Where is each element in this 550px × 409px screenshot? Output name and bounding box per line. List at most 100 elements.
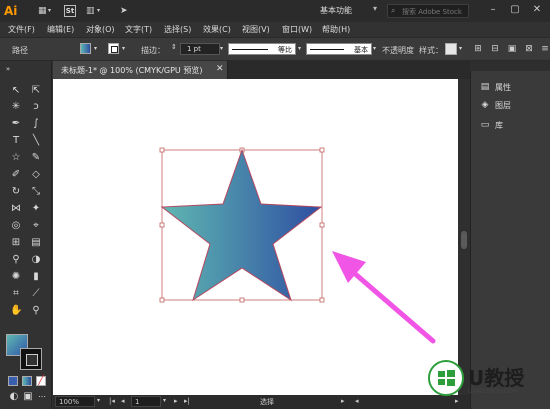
- selection-tool-icon[interactable]: ↖: [10, 85, 22, 97]
- menu-view[interactable]: 视图(V): [242, 24, 270, 35]
- eraser-tool-icon[interactable]: ◇: [30, 169, 42, 181]
- transform-icon[interactable]: ⊟: [490, 44, 500, 54]
- close-icon[interactable]: ✕: [216, 64, 224, 74]
- magic-wand-icon[interactable]: ✳: [10, 101, 22, 113]
- scrollbar-thumb[interactable]: [461, 231, 467, 249]
- menu-file[interactable]: 文件(F): [8, 24, 35, 35]
- screen-mode-icon[interactable]: ▣: [22, 391, 34, 403]
- previous-artboard-icon[interactable]: ◂: [121, 397, 125, 405]
- puppet-warp-icon[interactable]: ✦: [30, 203, 42, 215]
- stepper-icon[interactable]: ⇕: [171, 43, 177, 51]
- slice-tool-icon[interactable]: ⟋: [30, 288, 42, 300]
- chevron-down-icon[interactable]: ▾: [163, 397, 166, 404]
- next-artboard-icon[interactable]: ▸: [174, 397, 178, 405]
- menu-edit[interactable]: 编辑(E): [47, 24, 74, 35]
- eyedropper-icon[interactable]: ⚲: [10, 254, 22, 266]
- menu-object[interactable]: 对象(O): [86, 24, 115, 35]
- artboard[interactable]: [53, 79, 458, 395]
- menu-effect[interactable]: 效果(C): [203, 24, 231, 35]
- column-graph-icon[interactable]: ▮: [30, 271, 42, 283]
- rotate-tool-icon[interactable]: ↻: [10, 186, 22, 198]
- artboard-tool-icon[interactable]: ⌗: [10, 288, 22, 300]
- chevron-down-icon[interactable]: ▾: [122, 45, 125, 52]
- brush-definition[interactable]: 基本: [306, 43, 372, 55]
- lasso-tool-icon[interactable]: ↄ: [30, 101, 42, 113]
- handle-bottom-center[interactable]: [239, 297, 245, 303]
- chevron-down-icon[interactable]: ▾: [48, 5, 51, 17]
- menu-help[interactable]: 帮助(H): [322, 24, 350, 35]
- blend-tool-icon[interactable]: ◑: [30, 254, 42, 266]
- distribute-icon[interactable]: ⊠: [524, 44, 534, 54]
- chevron-down-icon[interactable]: ▾: [298, 45, 301, 52]
- document-tab[interactable]: 未标题-1* @ 100% (CMYK/GPU 预览) ✕: [53, 61, 228, 79]
- gradient-mode-icon[interactable]: [22, 376, 32, 386]
- handle-top-left[interactable]: [159, 147, 165, 153]
- perspective-grid-icon[interactable]: ⌖: [30, 220, 42, 232]
- chevron-down-icon[interactable]: ▾: [94, 45, 97, 52]
- zoom-field[interactable]: 100%: [55, 396, 95, 407]
- fill-swatch[interactable]: [80, 43, 91, 54]
- stroke-box[interactable]: [20, 348, 42, 370]
- none-mode-icon[interactable]: ╱: [36, 376, 46, 386]
- shaper-tool-icon[interactable]: ✐: [10, 169, 22, 181]
- color-mode-icon[interactable]: [8, 376, 18, 386]
- isolate-icon[interactable]: ▣: [507, 44, 517, 54]
- scroll-left-icon[interactable]: ◂: [355, 397, 359, 405]
- type-tool-icon[interactable]: T: [10, 135, 22, 147]
- draw-mode-icon[interactable]: ◐: [8, 391, 20, 403]
- chevron-down-icon[interactable]: ▾: [220, 45, 223, 52]
- handle-bottom-left[interactable]: [159, 297, 165, 303]
- zoom-tool-icon[interactable]: ⚲: [30, 305, 42, 317]
- canvas-area[interactable]: [53, 79, 458, 395]
- workspace-grid-icon[interactable]: ▦: [38, 5, 47, 17]
- chevron-down-icon[interactable]: ▾: [459, 45, 462, 52]
- status-right-icon[interactable]: ▸: [341, 397, 345, 405]
- pen-tool-icon[interactable]: ✒: [10, 118, 22, 130]
- hand-tool-icon[interactable]: ✋: [10, 305, 22, 317]
- panel-layers[interactable]: ◈ 图层: [479, 97, 549, 113]
- maximize-button[interactable]: ▢: [508, 3, 522, 17]
- handle-middle-right[interactable]: [319, 222, 325, 228]
- handle-bottom-right[interactable]: [319, 297, 325, 303]
- curvature-tool-icon[interactable]: ∫: [30, 118, 42, 130]
- first-artboard-icon[interactable]: |◂: [109, 397, 115, 405]
- chevron-down-icon[interactable]: ▾: [97, 5, 100, 17]
- menu-type[interactable]: 文字(T): [125, 24, 152, 35]
- align-icon[interactable]: ⊞: [473, 44, 483, 54]
- star-tool-icon[interactable]: ☆: [10, 152, 22, 164]
- panel-properties[interactable]: ▤ 属性: [479, 79, 549, 95]
- chevron-down-icon[interactable]: ▾: [97, 397, 100, 404]
- chevron-down-icon[interactable]: ▾: [373, 45, 376, 52]
- paintbrush-tool-icon[interactable]: ✎: [30, 152, 42, 164]
- arrange-documents-icon[interactable]: ▥: [86, 5, 95, 17]
- scroll-right-icon[interactable]: ▸: [455, 397, 459, 405]
- workspace-switcher[interactable]: 基本功能: [320, 5, 352, 16]
- opacity-label[interactable]: 不透明度: [382, 45, 414, 56]
- vertical-scrollbar[interactable]: [458, 79, 470, 395]
- stroke-weight-input[interactable]: 1 pt: [180, 43, 220, 55]
- symbol-sprayer-icon[interactable]: ✺: [10, 271, 22, 283]
- line-tool-icon[interactable]: ╲: [30, 135, 42, 147]
- more-tools-icon[interactable]: ⋯: [36, 391, 48, 403]
- stock-badge[interactable]: St: [64, 5, 76, 17]
- handle-top-right[interactable]: [319, 147, 325, 153]
- artboard-number-field[interactable]: 1: [131, 396, 161, 407]
- fill-stroke-widget[interactable]: [6, 334, 44, 370]
- chevron-down-icon[interactable]: ▾: [373, 4, 377, 13]
- graphic-style-swatch[interactable]: [445, 43, 457, 55]
- menu-window[interactable]: 窗口(W): [282, 24, 312, 35]
- width-tool-icon[interactable]: ⋈: [10, 203, 22, 215]
- gradient-tool-icon[interactable]: ▤: [30, 237, 42, 249]
- direct-selection-tool-icon[interactable]: ⇱: [30, 85, 42, 97]
- star-shape[interactable]: [160, 148, 323, 302]
- send-icon[interactable]: ➤: [120, 5, 128, 17]
- collapse-icon[interactable]: »: [2, 63, 14, 75]
- shape-builder-icon[interactable]: ◎: [10, 220, 22, 232]
- minimize-button[interactable]: –: [486, 3, 500, 17]
- menu-select[interactable]: 选择(S): [164, 24, 191, 35]
- stroke-swatch[interactable]: [108, 43, 119, 54]
- panel-grip[interactable]: [470, 61, 550, 71]
- close-window-button[interactable]: ✕: [530, 3, 544, 17]
- last-artboard-icon[interactable]: ▸|: [184, 397, 190, 405]
- handle-middle-left[interactable]: [159, 222, 165, 228]
